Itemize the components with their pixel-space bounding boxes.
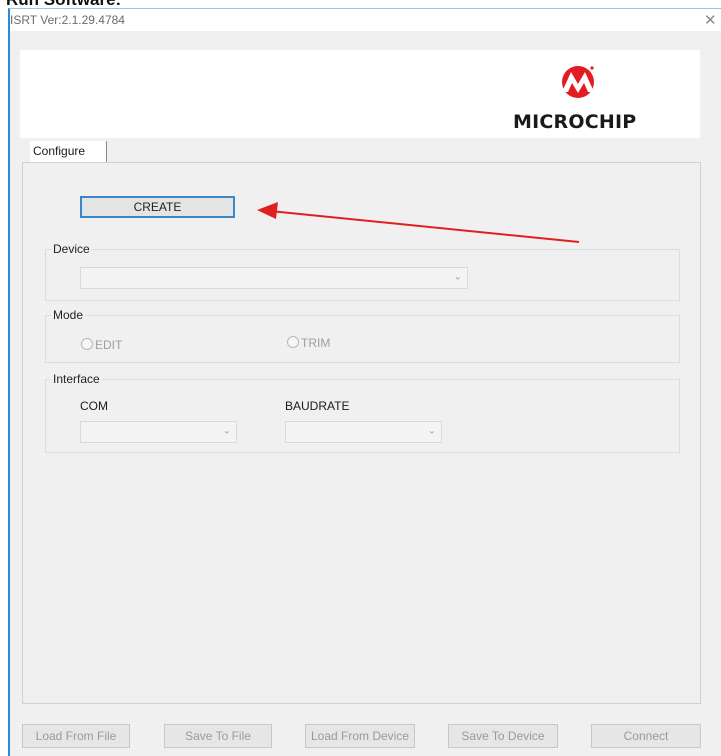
- chevron-down-icon: ⌄: [453, 271, 462, 283]
- chevron-down-icon: ⌄: [427, 425, 436, 437]
- radio-trim-label: TRIM: [301, 336, 331, 350]
- radio-edit[interactable]: [81, 338, 93, 350]
- device-group-label: Device: [51, 242, 92, 256]
- radio-edit-label: EDIT: [95, 338, 123, 352]
- tab-configure[interactable]: Configure: [30, 141, 107, 162]
- chevron-down-icon: ⌄: [222, 425, 231, 437]
- mode-group-label: Mode: [51, 308, 86, 322]
- annotation-arrow-icon: [257, 202, 580, 243]
- com-select[interactable]: ⌄: [80, 421, 237, 443]
- save-to-device-button[interactable]: Save To Device: [448, 724, 558, 748]
- mode-group: [45, 315, 680, 363]
- close-icon[interactable]: ✕: [704, 11, 717, 29]
- com-label: COM: [80, 399, 108, 413]
- load-from-device-button[interactable]: Load From Device: [305, 724, 415, 748]
- window-title: ISRT Ver:2.1.29.4784: [10, 13, 125, 27]
- radio-trim[interactable]: [287, 336, 299, 348]
- connect-button[interactable]: Connect: [591, 724, 701, 748]
- baudrate-select[interactable]: ⌄: [285, 421, 442, 443]
- load-from-file-button[interactable]: Load From File: [22, 724, 130, 748]
- device-select[interactable]: ⌄: [80, 267, 468, 289]
- baudrate-label: BAUDRATE: [285, 399, 350, 413]
- microchip-logo-text: MICROCHIP: [513, 111, 637, 133]
- interface-group-label: Interface: [51, 372, 102, 386]
- create-button[interactable]: CREATE: [80, 196, 235, 218]
- save-to-file-button[interactable]: Save To File: [164, 724, 272, 748]
